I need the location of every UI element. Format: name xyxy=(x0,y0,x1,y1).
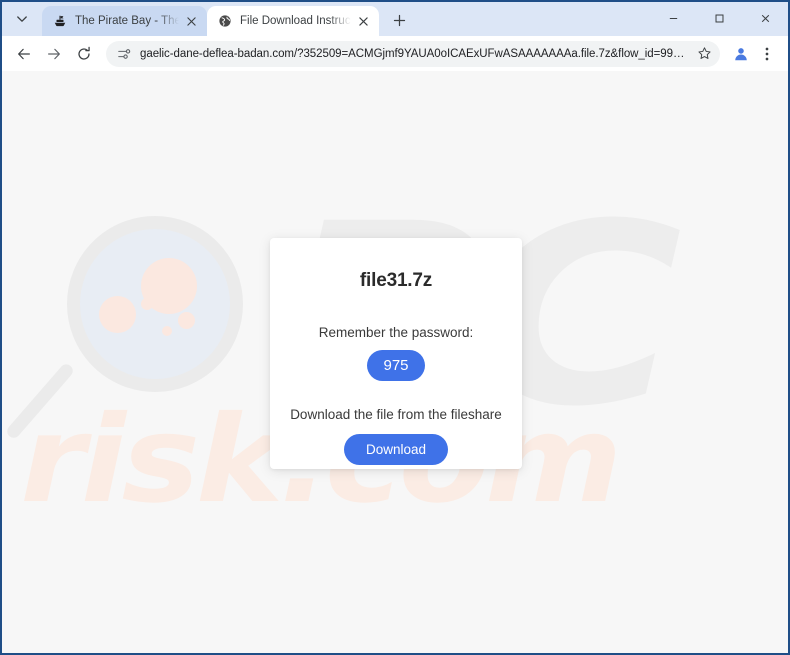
tab-title: File Download Instructions for f xyxy=(240,15,351,27)
page-viewport: PC risk.com file31.7z Remember the passw… xyxy=(2,71,788,653)
profile-button[interactable] xyxy=(728,41,754,67)
tab-strip: The Pirate Bay - The galaxy's m File Dow… xyxy=(2,2,788,36)
tab-pirate-bay[interactable]: The Pirate Bay - The galaxy's m xyxy=(42,6,207,36)
magnifier-dot xyxy=(141,298,153,310)
maximize-button[interactable] xyxy=(696,2,742,34)
magnifier-ring xyxy=(67,216,243,392)
tab-close-button[interactable] xyxy=(183,13,199,29)
minimize-icon xyxy=(669,17,677,19)
address-bar[interactable]: gaelic-dane-deflea-badan.com/?352509=ACM… xyxy=(106,40,720,67)
tune-icon[interactable] xyxy=(116,46,132,62)
browser-menu-button[interactable] xyxy=(754,40,780,68)
close-icon xyxy=(358,16,368,26)
maximize-icon xyxy=(715,14,723,22)
minimize-button[interactable] xyxy=(650,2,696,34)
forward-button[interactable] xyxy=(40,40,68,68)
avatar-icon xyxy=(735,47,747,60)
magnifier-dot xyxy=(141,258,197,314)
close-window-button[interactable] xyxy=(742,2,788,34)
tab-close-button[interactable] xyxy=(355,13,371,29)
back-arrow-icon xyxy=(18,48,30,59)
url-text[interactable]: gaelic-dane-deflea-badan.com/?352509=ACM… xyxy=(140,48,692,60)
download-hint: Download the file from the fileshare xyxy=(290,407,502,422)
magnifier-handle xyxy=(4,361,76,441)
globe-icon xyxy=(217,13,233,29)
bookmark-button[interactable] xyxy=(692,42,716,66)
chevron-down-icon xyxy=(17,16,27,22)
magnifier-dot xyxy=(178,312,195,329)
close-icon xyxy=(761,14,769,22)
close-icon xyxy=(186,16,196,26)
three-dot-menu-icon xyxy=(765,47,769,60)
tab-search-button[interactable] xyxy=(2,2,42,36)
forward-arrow-icon xyxy=(48,48,60,59)
tab-file-download-instructions[interactable]: File Download Instructions for f xyxy=(207,6,379,36)
tab-title: The Pirate Bay - The galaxy's m xyxy=(75,15,179,27)
browser-window: The Pirate Bay - The galaxy's m File Dow… xyxy=(0,0,790,655)
window-controls xyxy=(650,2,788,34)
pirate-ship-icon xyxy=(52,13,68,29)
star-icon xyxy=(697,47,711,59)
reload-button[interactable] xyxy=(70,40,98,68)
browser-toolbar: gaelic-dane-deflea-badan.com/?352509=ACM… xyxy=(2,36,788,71)
plus-icon xyxy=(393,14,405,26)
magnifying-glass-icon xyxy=(4,216,284,456)
back-button[interactable] xyxy=(10,40,38,68)
new-tab-button[interactable] xyxy=(385,6,413,34)
magnifier-dot xyxy=(99,296,136,333)
reload-icon xyxy=(78,46,90,60)
download-button[interactable]: Download xyxy=(343,434,449,465)
password-label: Remember the password: xyxy=(318,325,474,340)
download-card: file31.7z Remember the password: 975 Dow… xyxy=(270,238,522,469)
magnifier-dot xyxy=(162,326,172,336)
file-name: file31.7z xyxy=(359,270,433,291)
password-badge: 975 xyxy=(367,350,425,381)
